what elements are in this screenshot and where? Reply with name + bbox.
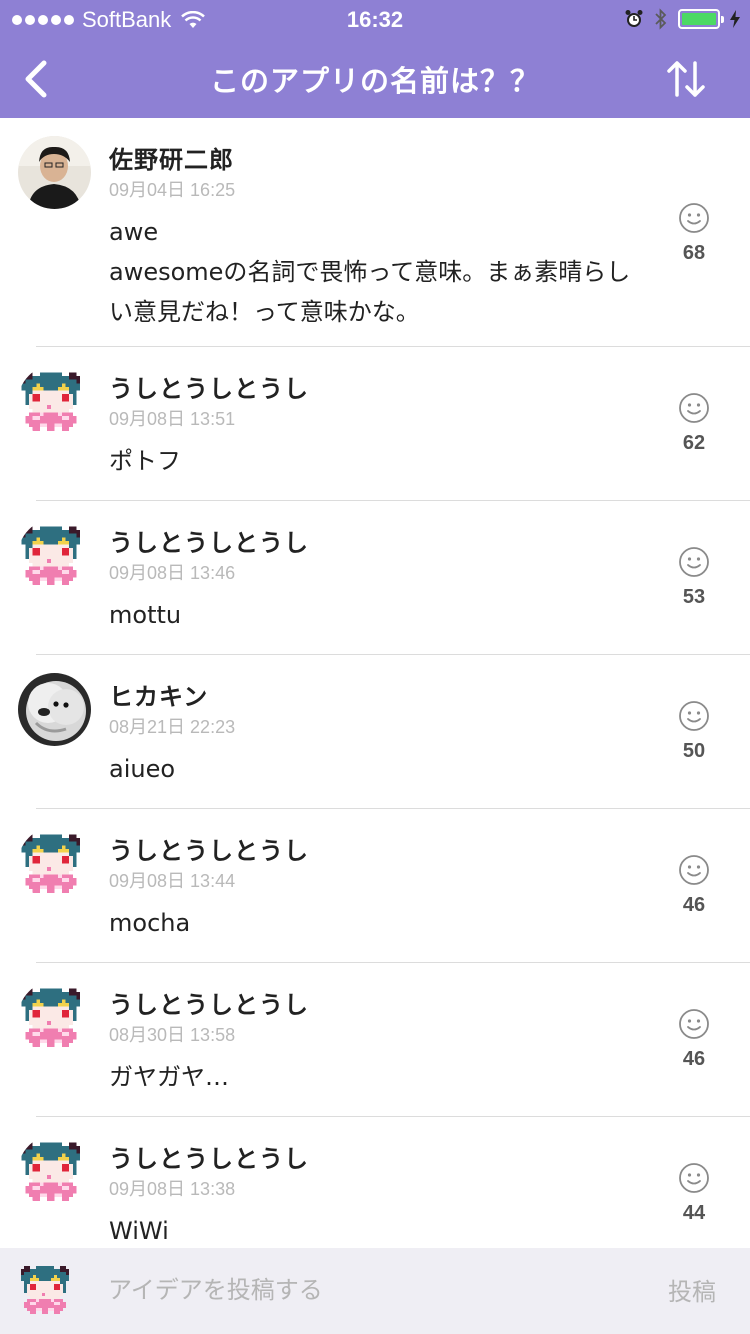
pixel-character-avatar-image [21, 1266, 70, 1315]
post-author[interactable]: 佐野研二郎 [109, 140, 234, 175]
battery-level [682, 13, 716, 25]
smiley-icon [679, 547, 709, 577]
like-button[interactable] [678, 700, 710, 732]
post-date: 09月08日 13:51 [109, 409, 236, 429]
like-count: 46 [682, 1048, 706, 1070]
post-author[interactable]: ヒカキン [109, 677, 208, 712]
like-count: 68 [682, 242, 706, 264]
status-bar: SoftBank 16:32 [0, 0, 750, 40]
dog-photo-avatar-image [18, 673, 91, 746]
alarm-icon [625, 10, 643, 27]
pixel-character-avatar-image [21, 372, 81, 431]
page-title: このアプリの名前は？？ [209, 64, 540, 98]
avatar[interactable] [18, 519, 91, 592]
avatar[interactable] [18, 136, 91, 209]
like-count: 50 [682, 740, 706, 762]
avatar[interactable] [18, 1260, 78, 1320]
post-author[interactable]: うしとうしとうし [109, 369, 309, 404]
post-author[interactable]: うしとうしとうし [109, 1139, 309, 1174]
post-item[interactable]: ヒカキン 08月21日 22:23 aiueo 50 [0, 655, 750, 809]
smiley-icon [679, 393, 709, 423]
like-button[interactable] [678, 854, 710, 886]
avatar[interactable] [18, 827, 91, 900]
person-photo-avatar-image [18, 136, 91, 209]
smiley-icon [679, 1009, 709, 1039]
like-button[interactable] [678, 392, 710, 424]
post-date: 09月08日 13:46 [109, 563, 236, 583]
post-date: 09月04日 16:25 [109, 180, 236, 200]
post-body: aiueo [109, 755, 176, 783]
post-author[interactable]: うしとうしとうし [109, 985, 309, 1020]
post-item[interactable]: うしとうしとうし 09月08日 13:44 mocha 46 [0, 809, 750, 963]
avatar[interactable] [18, 365, 91, 438]
idea-input[interactable] [108, 1270, 608, 1310]
navigation-bar: このアプリの名前は？？ [0, 40, 750, 118]
like-button[interactable] [678, 1162, 710, 1194]
post-date: 09月08日 13:38 [109, 1179, 236, 1199]
post-item[interactable]: うしとうしとうし 08月30日 13:58 ガヤガヤ… 46 [0, 963, 750, 1117]
like-count: 62 [682, 432, 706, 454]
post-date: 08月30日 13:58 [109, 1025, 236, 1045]
pixel-character-avatar-image [21, 988, 81, 1047]
sort-arrows-icon [667, 61, 705, 97]
like-button[interactable] [678, 1008, 710, 1040]
smiley-icon [679, 701, 709, 731]
post-item[interactable]: うしとうしとうし 09月08日 13:38 WiWi 44 [0, 1117, 750, 1248]
pixel-character-avatar-image [21, 1142, 81, 1201]
status-right [624, 8, 740, 30]
post-date: 09月08日 13:44 [109, 871, 236, 891]
avatar[interactable] [18, 981, 91, 1054]
post-list[interactable]: 佐野研二郎 09月04日 16:25 awe awesomeの名詞で畏怖って意味。まぁ… [0, 118, 750, 1248]
smiley-icon [679, 855, 709, 885]
chevron-left-icon [25, 60, 47, 98]
avatar[interactable] [18, 1135, 91, 1208]
like-count: 46 [682, 894, 706, 916]
post-button[interactable]: 投稿 [668, 1272, 716, 1307]
pixel-character-avatar-image [21, 526, 81, 585]
post-body: mocha [109, 909, 191, 937]
post-body: WiWi [109, 1217, 169, 1245]
post-author[interactable]: うしとうしとうし [109, 523, 309, 558]
like-count: 53 [682, 586, 706, 608]
smiley-icon [679, 1163, 709, 1193]
like-count: 44 [682, 1202, 706, 1224]
post-author[interactable]: うしとうしとうし [109, 831, 309, 866]
post-item[interactable]: うしとうしとうし 09月08日 13:46 mottu 53 [0, 501, 750, 655]
bluetooth-icon [655, 8, 667, 30]
post-item[interactable]: うしとうしとうし 09月08日 13:51 ポトフ 62 [0, 347, 750, 501]
sort-button[interactable] [664, 57, 708, 101]
compose-bar: 投稿 [0, 1248, 750, 1334]
post-date: 08月21日 22:23 [109, 717, 236, 737]
post-item[interactable]: 佐野研二郎 09月04日 16:25 awe awesomeの名詞で畏怖って意味。まぁ… [0, 118, 750, 347]
post-body: ガヤガヤ… [109, 1063, 229, 1091]
post-body: awe awesomeの名詞で畏怖って意味。まぁ素晴らしい意見だね！って意味かな。 [109, 218, 631, 326]
back-button[interactable] [18, 54, 58, 104]
battery-icon [678, 9, 724, 29]
avatar[interactable] [18, 673, 91, 746]
post-body: mottu [109, 601, 182, 629]
pixel-character-avatar-image [21, 834, 81, 893]
smiley-icon [679, 203, 709, 233]
like-button[interactable] [678, 202, 710, 234]
post-body: ポトフ [109, 447, 181, 475]
like-button[interactable] [678, 546, 710, 578]
charging-icon [730, 10, 740, 28]
